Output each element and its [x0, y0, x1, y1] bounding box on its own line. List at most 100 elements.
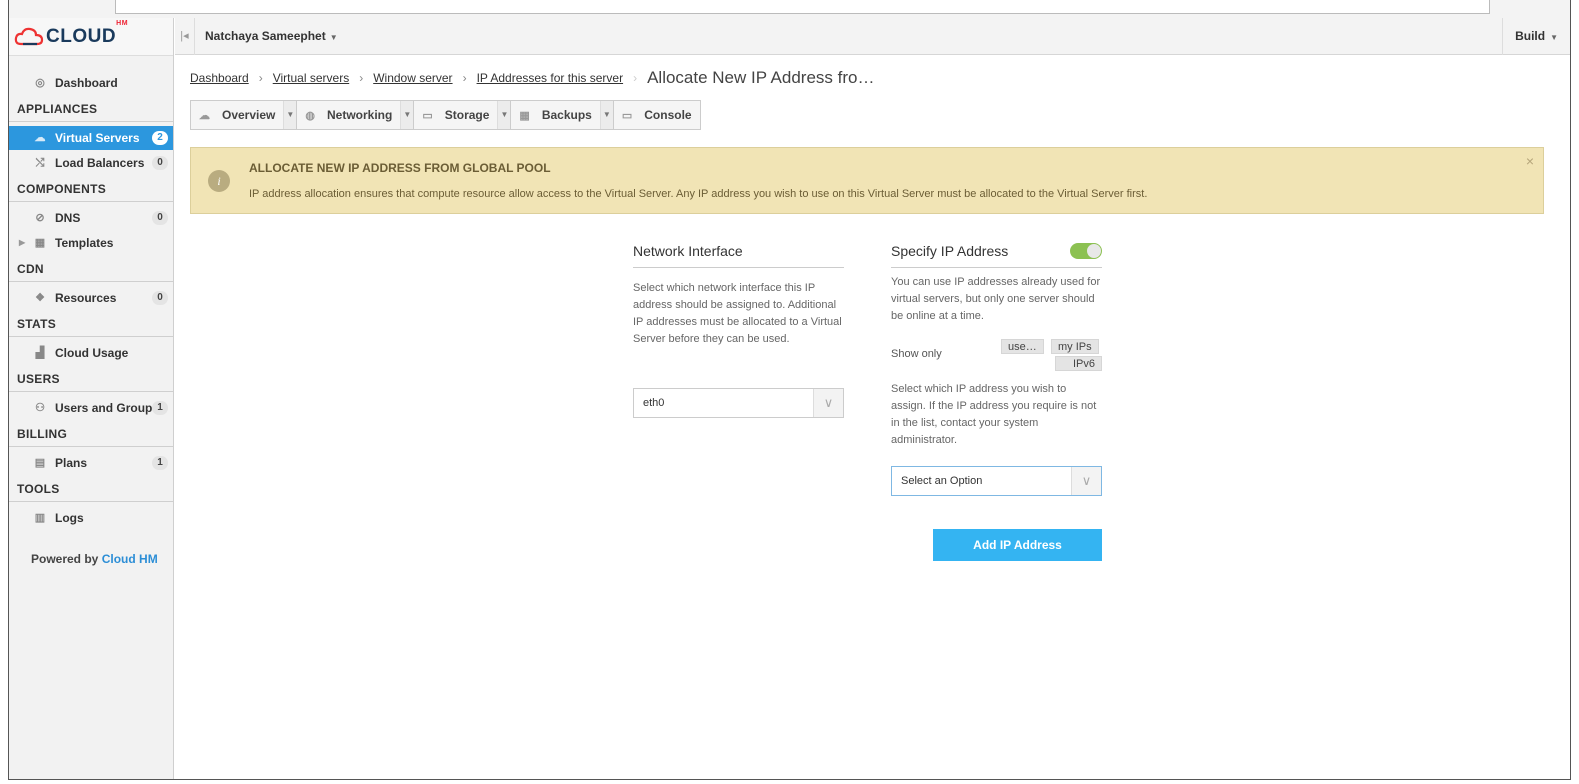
document-icon: ▤ — [34, 457, 46, 469]
sidebar-item-label: DNS — [55, 211, 81, 225]
count-badge: 0 — [152, 211, 168, 225]
trash-icon: ▥ — [34, 512, 46, 524]
sidebar-item-label: Plans — [55, 456, 88, 470]
powered-by: Powered by Cloud HM — [9, 552, 173, 566]
network-interface-title: Network Interface — [633, 243, 844, 268]
specify-ip-panel: Specify IP Address You can use IP addres… — [891, 243, 1102, 496]
backups-icon: ▦ — [519, 109, 530, 122]
count-badge: 0 — [152, 291, 168, 305]
powered-by-text: Powered by — [31, 552, 99, 566]
collapse-sidebar-icon[interactable]: |◂ — [175, 18, 195, 55]
powered-by-link[interactable]: Cloud HM — [102, 552, 158, 566]
section-components: COMPONENTS — [9, 176, 173, 202]
section-appliances: APPLIANCES — [9, 96, 173, 122]
tab-overview[interactable]: ☁ Overview ▼ — [190, 100, 298, 130]
network-interface-description: Select which network interface this IP a… — [633, 282, 842, 345]
show-only-label: Show only — [891, 348, 942, 360]
address-bar[interactable] — [115, 0, 1490, 14]
filter-used-chip[interactable]: use… — [1001, 339, 1044, 354]
count-badge: 1 — [152, 401, 168, 415]
network-interface-panel: Network Interface Select which network i… — [633, 243, 844, 418]
add-ip-assignment-button[interactable]: Add IP Address Assignment — [933, 529, 1102, 584]
sidebar-item-label: Logs — [55, 511, 84, 525]
section-billing: BILLING — [9, 421, 173, 447]
caret-down-icon[interactable]: ▼ — [283, 101, 297, 129]
breadcrumb-virtual-servers[interactable]: Virtual servers — [273, 71, 349, 85]
sidebar-item-label: Resources — [55, 291, 117, 305]
filter-my-ips-chip[interactable]: my IPs — [1051, 339, 1099, 354]
sidebar-item-virtual-servers[interactable]: ☁ Virtual Servers 2 — [9, 126, 173, 150]
cubes-icon: ❖ — [35, 292, 45, 304]
sidebar-nav: ◎ Dashboard APPLIANCES ☁ Virtual Servers… — [9, 56, 173, 566]
specify-ip-toggle[interactable] — [1070, 243, 1102, 259]
tab-label: Backups — [541, 108, 592, 122]
user-menu[interactable]: Natchaya Sameephet ▼ — [205, 18, 338, 56]
server-tabs: ☁ Overview ▼ ◍ Networking ▼ ▭ Storage ▼ … — [190, 100, 701, 130]
tab-label: Networking — [326, 108, 393, 122]
build-menu[interactable]: Build ▼ — [1502, 18, 1570, 55]
sidebar-item-load-balancers[interactable]: ⤭ Load Balancers 0 — [9, 151, 173, 175]
breadcrumb-ip-addresses[interactable]: IP Addresses for this server — [477, 71, 624, 85]
filter-ipv6-chip[interactable]: IPv6 — [1055, 356, 1102, 371]
top-strip — [9, 0, 1570, 18]
caret-down-icon[interactable]: ▼ — [497, 101, 511, 129]
alert-message: IP address allocation ensures that compu… — [249, 188, 1148, 200]
specify-ip-description: You can use IP addresses already used fo… — [891, 276, 1101, 322]
user-name: Natchaya Sameephet — [205, 29, 326, 43]
sidebar-item-label: Dashboard — [55, 76, 118, 90]
chart-icon: ▟ — [35, 347, 45, 359]
chevron-right-icon: › — [258, 71, 263, 85]
ip-select-description: Select which IP address you wish to assi… — [891, 383, 1097, 446]
sidebar-item-dashboard[interactable]: ◎ Dashboard — [9, 71, 173, 95]
logo[interactable]: CLOUD HM — [9, 18, 173, 56]
browser-frame: CLOUD HM ◎ Dashboard APPLIANCES ☁ Virtual… — [8, 0, 1571, 780]
tab-label: Console — [644, 108, 692, 122]
chevron-down-icon: ∨ — [813, 389, 843, 417]
cloud-icon: ☁ — [34, 132, 46, 144]
caret-down-icon: ▼ — [329, 33, 338, 42]
count-badge: 2 — [152, 131, 168, 145]
logo-text: CLOUD HM — [46, 19, 129, 47]
sidebar-item-templates[interactable]: ▶ ▦ Templates — [9, 231, 173, 255]
caret-down-icon: ▼ — [1550, 33, 1558, 42]
storage-icon: ▭ — [422, 109, 433, 122]
top-header: |◂ Natchaya Sameephet ▼ Build ▼ — [175, 18, 1570, 55]
sidebar-item-dns[interactable]: ⊘ DNS 0 — [9, 206, 173, 230]
sidebar-item-label: Virtual Servers — [55, 131, 140, 145]
gauge-icon: ◎ — [35, 77, 45, 89]
chevron-right-icon: › — [359, 71, 364, 85]
expand-arrow-icon[interactable]: ▶ — [19, 231, 25, 255]
breadcrumb-window-server[interactable]: Window server — [373, 71, 452, 85]
compass-icon: ⊘ — [35, 212, 45, 224]
users-icon: ⚇ — [35, 402, 45, 414]
sidebar-item-label: Cloud Usage — [55, 346, 129, 360]
cloud-logo-icon — [14, 27, 44, 45]
tab-storage[interactable]: ▭ Storage ▼ — [413, 100, 512, 130]
sidebar-item-resources[interactable]: ❖ Resources 0 — [9, 286, 173, 310]
breadcrumb-dashboard[interactable]: Dashboard — [190, 71, 249, 85]
sidebar-item-plans[interactable]: ▤ Plans 1 — [9, 451, 173, 475]
tab-console[interactable]: ▭ Console — [612, 100, 701, 130]
tab-label: Overview — [222, 108, 276, 122]
count-badge: 1 — [152, 456, 168, 470]
select-value: eth0 — [643, 397, 665, 409]
ip-address-select[interactable]: Select an Option ∨ — [891, 466, 1102, 496]
sidebar-item-logs[interactable]: ▥ Logs — [9, 506, 173, 530]
section-stats: STATS — [9, 311, 173, 337]
specify-ip-title: Specify IP Address — [891, 243, 1009, 259]
shuffle-icon: ⤭ — [35, 157, 45, 169]
caret-down-icon[interactable]: ▼ — [400, 101, 414, 129]
close-icon[interactable]: × — [1526, 153, 1534, 169]
sidebar-item-users-groups[interactable]: ⚇ Users and Groups 1 — [9, 396, 173, 420]
tab-networking[interactable]: ◍ Networking ▼ — [296, 100, 415, 130]
tab-backups[interactable]: ▦ Backups ▼ — [510, 100, 614, 130]
section-users: USERS — [9, 366, 173, 392]
build-label: Build — [1515, 29, 1546, 43]
network-interface-select[interactable]: eth0 ∨ — [633, 388, 844, 418]
chevron-right-icon: › — [462, 71, 467, 85]
sidebar-item-cloud-usage[interactable]: ▟ Cloud Usage — [9, 341, 173, 365]
globe-icon: ◍ — [305, 109, 315, 122]
caret-down-icon[interactable]: ▼ — [599, 101, 613, 129]
section-tools: TOOLS — [9, 476, 173, 502]
breadcrumb: Dashboard › Virtual servers › Window ser… — [190, 67, 874, 89]
